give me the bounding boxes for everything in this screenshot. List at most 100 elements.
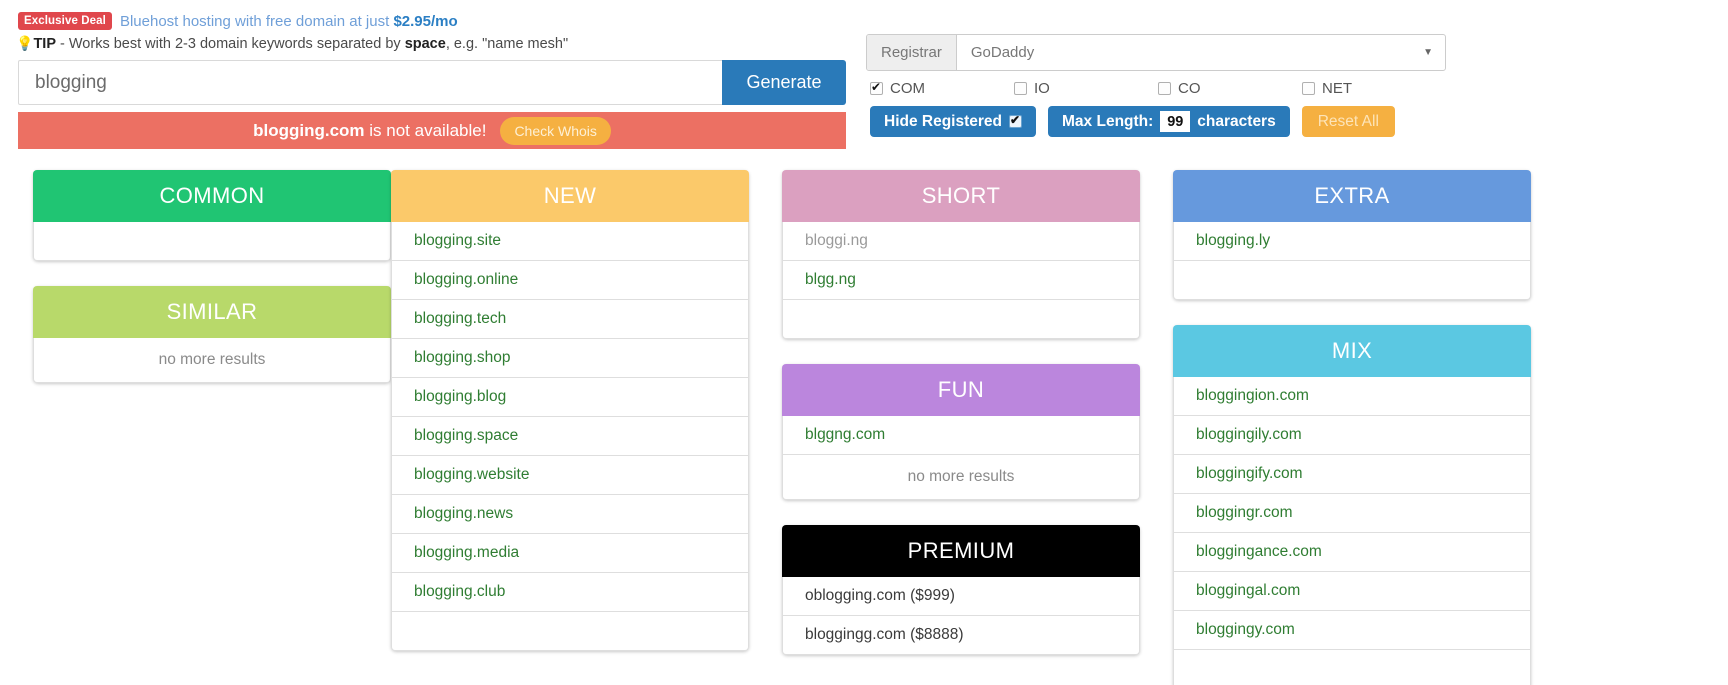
tld-label: COM xyxy=(890,80,925,97)
card-body: oblogging.com ($999) bloggingg.com ($8888… xyxy=(782,577,1140,655)
max-length-input[interactable] xyxy=(1160,111,1191,132)
card-body: bloggi.ng blgg.ng xyxy=(782,222,1140,339)
checkbox-icon[interactable] xyxy=(1302,82,1315,95)
result-card-similar: SIMILAR no more results xyxy=(33,286,391,383)
registrar-dropdown[interactable]: GoDaddy ▼ xyxy=(957,35,1445,70)
card-header: MIX xyxy=(1173,325,1531,377)
availability-message: blogging.com is not available! xyxy=(253,121,486,141)
result-card-fun: FUN blggng.com no more results xyxy=(782,364,1140,500)
result-card-short: SHORT bloggi.ng blgg.ng xyxy=(782,170,1140,339)
hide-registered-button[interactable]: Hide Registered xyxy=(870,106,1037,137)
domain-row[interactable]: blogging.media xyxy=(391,534,749,573)
max-length-label: Max Length: xyxy=(1062,112,1154,130)
lightbulb-icon: 💡 xyxy=(16,35,34,51)
result-card-common: COMMON xyxy=(33,170,391,261)
results-grid: COMMON SIMILAR no more results NEW blogging.… xyxy=(0,170,1728,685)
registrar-row: Registrar GoDaddy ▼ xyxy=(866,34,1446,71)
tld-checkbox-com[interactable]: COM xyxy=(870,80,1014,97)
checkbox-icon[interactable] xyxy=(1014,82,1027,95)
exclusive-deal-badge: Exclusive Deal xyxy=(18,12,112,31)
domain-row[interactable]: blogging.online xyxy=(391,261,749,300)
promo-text-label: Bluehost hosting with free domain at jus… xyxy=(119,12,394,30)
card-body xyxy=(33,222,391,261)
domain-row[interactable]: bloggingy.com xyxy=(1173,611,1531,650)
tld-checkbox-row: COM IO CO NET xyxy=(866,80,1446,97)
results-column: EXTRA blogging.ly MIX bloggingion.com bloggi… xyxy=(1173,170,1564,685)
domain-row[interactable]: blogging.shop xyxy=(391,339,749,378)
tld-checkbox-co[interactable]: CO xyxy=(1158,80,1302,97)
promo-text[interactable]: Bluehost hosting with free domain at jus… xyxy=(120,13,458,30)
results-column-inner: SHORT bloggi.ng blgg.ng FUN blggng.com no mor… xyxy=(782,170,1140,655)
results-column: COMMON SIMILAR no more results xyxy=(0,170,391,685)
domain-row[interactable]: blogging.site xyxy=(391,222,749,261)
card-header: EXTRA xyxy=(1173,170,1531,222)
promo-banner: Exclusive Deal Bluehost hosting with free… xyxy=(18,12,458,31)
generate-button[interactable]: Generate xyxy=(722,60,846,105)
tip-text-after: , e.g. "name mesh" xyxy=(445,36,569,52)
search-row: Generate xyxy=(18,60,846,105)
results-column: SHORT bloggi.ng blgg.ng FUN blggng.com no mor… xyxy=(782,170,1173,685)
domain-row[interactable]: blogging.space xyxy=(391,417,749,456)
card-body: blogging.site blogging.online blogging.tec… xyxy=(391,222,749,651)
hide-registered-checkbox[interactable] xyxy=(1009,113,1023,128)
empty-row xyxy=(1173,261,1531,300)
checkbox-icon[interactable] xyxy=(1158,82,1171,95)
filter-controls: Registrar GoDaddy ▼ COM IO CO NET Hide Regi… xyxy=(866,34,1446,137)
empty-row xyxy=(782,300,1140,339)
registrar-selected-value: GoDaddy xyxy=(970,44,1035,61)
domain-row[interactable]: bloggingal.com xyxy=(1173,572,1531,611)
tip-bold-word: space xyxy=(404,36,446,52)
page-root: Exclusive Deal Bluehost hosting with free… xyxy=(0,0,1728,685)
domain-row[interactable]: bloggingance.com xyxy=(1173,533,1531,572)
result-card-new: NEW blogging.site blogging.online blogging.… xyxy=(391,170,749,651)
domain-row[interactable]: oblogging.com ($999) xyxy=(782,577,1140,616)
domain-row[interactable]: blgg.ng xyxy=(782,261,1140,300)
domain-row[interactable]: blogging.website xyxy=(391,456,749,495)
checkbox-icon[interactable] xyxy=(870,80,883,95)
domain-row[interactable]: blggng.com xyxy=(782,416,1140,455)
domain-row[interactable]: blogging.tech xyxy=(391,300,749,339)
reset-all-button[interactable]: Reset All xyxy=(1301,106,1395,137)
tld-label: CO xyxy=(1178,80,1201,97)
domain-row[interactable]: blogging.club xyxy=(391,573,749,612)
card-header: SHORT xyxy=(782,170,1140,222)
domain-row[interactable]: bloggingg.com ($8888) xyxy=(782,616,1140,655)
promo-price: $2.95/mo xyxy=(393,12,458,30)
domain-row[interactable]: bloggingion.com xyxy=(1173,377,1531,416)
no-more-results-note: no more results xyxy=(33,338,391,383)
availability-domain: blogging.com xyxy=(253,120,365,140)
no-more-results-note: no more results xyxy=(782,455,1140,500)
card-body: blggng.com no more results xyxy=(782,416,1140,500)
results-column-inner: NEW blogging.site blogging.online blogging.… xyxy=(391,170,749,651)
results-column-inner: EXTRA blogging.ly MIX bloggingion.com bloggi… xyxy=(1173,170,1531,685)
hide-registered-label: Hide Registered xyxy=(884,112,1003,130)
results-column-inner: COMMON SIMILAR no more results xyxy=(33,170,391,383)
availability-status-text: is not available! xyxy=(364,120,487,140)
empty-row xyxy=(1173,650,1531,685)
domain-row[interactable]: bloggingify.com xyxy=(1173,455,1531,494)
domain-row[interactable]: bloggingr.com xyxy=(1173,494,1531,533)
tld-label: IO xyxy=(1034,80,1050,97)
card-body: bloggingion.com bloggingily.com bloggingif… xyxy=(1173,377,1531,685)
tip-label: TIP xyxy=(33,36,56,52)
results-column: NEW blogging.site blogging.online blogging.… xyxy=(391,170,782,685)
domain-row[interactable]: blogging.ly xyxy=(1173,222,1531,261)
tld-label: NET xyxy=(1322,80,1352,97)
domain-row[interactable]: bloggingily.com xyxy=(1173,416,1531,455)
search-input[interactable] xyxy=(18,60,722,105)
chevron-down-icon: ▼ xyxy=(1423,47,1433,58)
availability-banner: blogging.com is not available! Check Who… xyxy=(18,112,846,149)
empty-row xyxy=(391,612,749,651)
tld-checkbox-net[interactable]: NET xyxy=(1302,80,1446,97)
max-length-control[interactable]: Max Length: characters xyxy=(1048,106,1290,137)
domain-row[interactable]: blogging.news xyxy=(391,495,749,534)
empty-row xyxy=(33,222,391,261)
domain-row: bloggi.ng xyxy=(782,222,1140,261)
tip-line: 💡TIP - Works best with 2-3 domain keywor… xyxy=(16,35,568,52)
card-header: COMMON xyxy=(33,170,391,222)
domain-row[interactable]: blogging.blog xyxy=(391,378,749,417)
tld-checkbox-io[interactable]: IO xyxy=(1014,80,1158,97)
card-header: PREMIUM xyxy=(782,525,1140,577)
check-whois-button[interactable]: Check Whois xyxy=(500,116,611,145)
card-body: no more results xyxy=(33,338,391,383)
